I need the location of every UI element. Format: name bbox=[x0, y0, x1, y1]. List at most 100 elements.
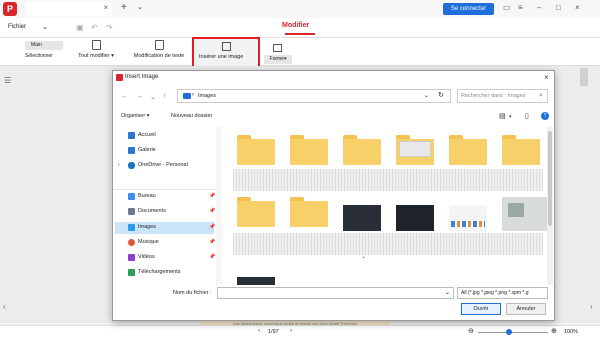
path-text: Images bbox=[198, 93, 217, 99]
scrollbar[interactable] bbox=[580, 68, 588, 86]
folder-item[interactable] bbox=[343, 131, 381, 165]
open-button[interactable]: Ouvrir bbox=[461, 303, 501, 315]
documents-icon bbox=[128, 208, 135, 215]
view-options-icon[interactable]: ▤ bbox=[499, 112, 506, 120]
chevron-down-icon[interactable]: ⌄ bbox=[424, 92, 429, 99]
home-icon bbox=[128, 132, 135, 139]
edit-all-label: Tout modifier bbox=[78, 53, 110, 59]
zoom-slider[interactable] bbox=[478, 332, 548, 333]
shape-dropdown[interactable]: Forme▾ bbox=[264, 55, 292, 64]
file-type-label: All (*.jpg *.jpeg *.png *.xpm *.g bbox=[461, 290, 529, 296]
file-menu[interactable]: Fichier bbox=[8, 24, 26, 30]
zoom-in-icon[interactable]: ⊕ bbox=[551, 327, 557, 335]
chevron-right-icon: › bbox=[192, 92, 194, 98]
insert-image-button[interactable]: Insérer une image bbox=[192, 37, 260, 68]
next-page-icon[interactable]: › bbox=[290, 328, 292, 334]
chevron-right-icon[interactable]: › bbox=[590, 302, 593, 311]
new-folder-button[interactable]: Nouveau dossier bbox=[171, 113, 212, 119]
image-thumbnail[interactable] bbox=[449, 205, 487, 231]
close-icon[interactable]: × bbox=[544, 73, 549, 82]
connect-button[interactable]: Se connecter bbox=[443, 3, 494, 15]
download-icon bbox=[128, 269, 135, 276]
tab-modifier[interactable]: Modifier bbox=[282, 22, 309, 29]
sidebar-item-label: Téléchargements bbox=[138, 269, 181, 275]
image-thumbnail[interactable] bbox=[237, 277, 275, 285]
menu-icon[interactable]: ≡ bbox=[518, 3, 523, 12]
image-thumbnail[interactable] bbox=[343, 205, 381, 231]
folder-item[interactable] bbox=[396, 131, 434, 165]
zoom-slider-handle[interactable] bbox=[506, 329, 512, 335]
chevron-down-icon[interactable]: ▾ bbox=[509, 114, 512, 120]
app-logo: P bbox=[3, 2, 17, 16]
folder-item[interactable] bbox=[290, 131, 328, 165]
select-tool-button[interactable]: Sélectionner bbox=[25, 53, 53, 59]
filename-field[interactable]: ⌄ bbox=[217, 287, 454, 299]
menu-row: Fichier ⌄ ▣ ↶ ↷ Modifier bbox=[0, 18, 600, 38]
chevron-down-icon[interactable]: ⌄ bbox=[150, 93, 156, 101]
scrollbar-thumb[interactable] bbox=[548, 131, 552, 226]
insert-image-dialog: Insert Image × ← → ⌄ ↑ › Images ⌄ ↻ Rech… bbox=[112, 70, 555, 321]
chevron-down-icon[interactable]: ⌄ bbox=[42, 23, 48, 31]
zoom-level[interactable]: 100% bbox=[564, 329, 578, 335]
search-icon: ⌕ bbox=[539, 92, 543, 99]
navigation-bar: ← → ⌄ ↑ › Images ⌄ ↻ Rechercher dans : I… bbox=[113, 85, 554, 107]
filename-label: Nom du fichier : bbox=[173, 290, 212, 296]
chevron-down-icon[interactable]: ⌄ bbox=[137, 3, 143, 11]
divider bbox=[113, 189, 216, 190]
cancel-button[interactable]: Annuler bbox=[506, 303, 546, 315]
image-thumbnail[interactable] bbox=[396, 205, 434, 231]
file-type-select[interactable]: All (*.jpg *.jpeg *.png *.xpm *.g bbox=[457, 287, 548, 299]
address-bar[interactable]: › Images ⌄ ↻ bbox=[177, 89, 451, 103]
edit-all-button[interactable]: Tout modifier ▾ bbox=[76, 40, 116, 59]
previous-page-icon[interactable]: ‹ bbox=[258, 328, 260, 334]
zoom-out-icon[interactable]: ⊖ bbox=[468, 327, 474, 335]
videos-icon bbox=[128, 254, 135, 261]
edit-text-button[interactable]: Modification de texte bbox=[129, 40, 189, 59]
folder-item[interactable] bbox=[237, 131, 275, 165]
hand-tool-button[interactable]: Main bbox=[25, 41, 63, 50]
page-indicator[interactable]: 1/97 bbox=[268, 329, 279, 335]
minimize-icon[interactable]: – bbox=[537, 3, 541, 12]
chevron-left-icon[interactable]: ‹ bbox=[3, 302, 6, 311]
new-tab-icon[interactable]: + bbox=[121, 2, 127, 13]
help-icon[interactable]: ? bbox=[541, 112, 549, 120]
forward-icon[interactable]: → bbox=[136, 93, 143, 100]
scrollbar[interactable] bbox=[216, 127, 222, 285]
cloud-icon bbox=[128, 162, 135, 169]
search-input[interactable]: Rechercher dans : Images ⌕ bbox=[457, 89, 548, 103]
close-window-icon[interactable]: × bbox=[575, 3, 580, 12]
pin-icon[interactable]: 📌 bbox=[209, 239, 215, 245]
panel-icon[interactable]: ☰ bbox=[4, 76, 11, 85]
refresh-icon[interactable]: ↻ bbox=[438, 91, 444, 99]
desktop-icon bbox=[128, 193, 135, 200]
close-tab-icon[interactable]: × bbox=[103, 3, 108, 12]
maximize-icon[interactable]: □ bbox=[556, 3, 561, 12]
up-icon[interactable]: ↑ bbox=[163, 93, 167, 100]
folder-item[interactable] bbox=[237, 193, 275, 227]
pin-icon[interactable]: 📌 bbox=[209, 193, 215, 199]
save-icon[interactable]: ▣ bbox=[76, 23, 84, 32]
preview-pane-icon[interactable]: ▯ bbox=[525, 112, 529, 120]
pin-icon[interactable]: 📌 bbox=[209, 208, 215, 214]
organize-button[interactable]: Organiser ▾ bbox=[121, 113, 149, 119]
insert-image-label: Insérer une image bbox=[199, 54, 244, 60]
message-icon[interactable]: ▭ bbox=[503, 3, 511, 12]
chevron-down-icon[interactable]: ⌄ bbox=[445, 289, 450, 296]
sidebar-item-label: Vidéos bbox=[138, 254, 155, 260]
folder-item[interactable] bbox=[502, 131, 540, 165]
file-names-row bbox=[233, 169, 543, 191]
undo-icon[interactable]: ↶ bbox=[91, 23, 98, 32]
thumbnail-content bbox=[508, 203, 524, 217]
sidebar-item-label: Images bbox=[138, 224, 157, 230]
pin-icon[interactable]: 📌 bbox=[209, 254, 215, 260]
chevron-right-icon[interactable]: › bbox=[118, 160, 120, 171]
image-thumbnail[interactable] bbox=[502, 197, 548, 231]
app-logo-icon bbox=[116, 74, 123, 81]
redo-icon[interactable]: ↷ bbox=[106, 23, 113, 32]
pin-icon[interactable]: 📌 bbox=[209, 224, 215, 230]
dialog-title: Insert Image bbox=[125, 74, 159, 80]
back-icon[interactable]: ← bbox=[121, 93, 128, 100]
folder-item[interactable] bbox=[290, 193, 328, 227]
folder-item[interactable] bbox=[449, 131, 487, 165]
document-tab[interactable]: × bbox=[26, 2, 112, 16]
